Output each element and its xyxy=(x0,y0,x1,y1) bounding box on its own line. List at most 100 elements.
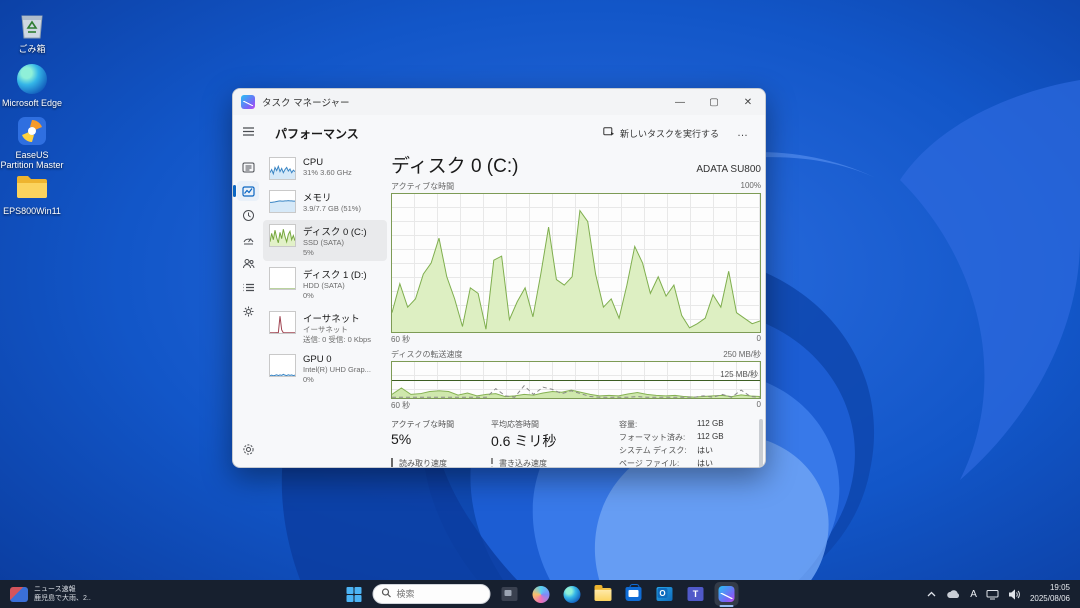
chart2-time-left: 60 秒 xyxy=(391,400,410,411)
sidebar-item-cpu[interactable]: CPU 31% 3.60 GHz xyxy=(263,153,387,184)
desktop-icon-label: EaseUS Partition Master xyxy=(0,150,64,171)
file-explorer-icon xyxy=(594,588,611,601)
desktop: ごみ箱 Microsoft Edge EaseUS Partition Mast… xyxy=(0,0,1080,608)
chart1-time-right: 0 xyxy=(757,334,761,345)
taskbar-clock[interactable]: 19:05 2025/08/06 xyxy=(1030,583,1070,605)
onedrive-icon[interactable] xyxy=(946,589,961,599)
task-manager-icon xyxy=(719,586,735,602)
taskbar-store-button[interactable] xyxy=(622,582,646,606)
ethernet-sparkline xyxy=(269,311,296,334)
desktop-icon-folder[interactable]: EPS800Win11 xyxy=(0,170,64,216)
taskbar-search[interactable] xyxy=(373,584,491,604)
edge-icon xyxy=(15,62,49,96)
chart1-time-left: 60 秒 xyxy=(391,334,410,345)
volume-icon[interactable] xyxy=(1008,589,1021,600)
performance-sidebar: CPU 31% 3.60 GHz メモリ 3.9/7.7 GB (51%) ディ… xyxy=(263,153,387,391)
stat-write-speed: 書き込み速度 122 KB/秒 xyxy=(491,458,601,468)
disk-stats-right: 容量:112 GB フォーマット済み:112 GB システム ディスク:はい ペ… xyxy=(619,419,741,468)
stat-capacity: 容量:112 GB xyxy=(619,419,741,430)
chart1-max-label: 100% xyxy=(741,181,761,192)
desktop-icon-label: EPS800Win11 xyxy=(0,206,64,216)
settings-gear-icon[interactable] xyxy=(237,439,259,459)
sidebar-item-memory[interactable]: メモリ 3.9/7.7 GB (51%) xyxy=(263,186,387,218)
nav-rail xyxy=(233,115,263,467)
close-button[interactable]: ✕ xyxy=(731,89,765,115)
stat-system-disk: システム ディスク:はい xyxy=(619,445,741,456)
disk-title: ディスク 0 (C:) xyxy=(391,151,696,178)
desktop-icon-recycle-bin[interactable]: ごみ箱 xyxy=(0,8,64,54)
nav-users-icon[interactable] xyxy=(237,253,259,273)
chart2-time-right: 0 xyxy=(757,400,761,411)
sidebar-item-gpu[interactable]: GPU 0 Intel(R) UHD Grap... 0% xyxy=(263,350,387,389)
sidebar-item-ethernet[interactable]: イーサネット イーサネット 送信: 0 受信: 0 Kbps xyxy=(263,307,387,349)
edge-icon xyxy=(563,586,580,603)
maximize-button[interactable]: ▢ xyxy=(697,89,731,115)
hidden-icons-chevron[interactable] xyxy=(926,589,937,600)
stat-avg-response: 平均応答時間 0.6 ミリ秒 xyxy=(491,419,601,451)
taskbar-dark-app-button[interactable] xyxy=(498,582,522,606)
transfer-midline xyxy=(392,380,760,381)
taskbar-copilot-button[interactable] xyxy=(529,582,553,606)
stat-read-speed: 読み取り速度 8.1 MB/秒 xyxy=(391,458,491,468)
desktop-icon-edge[interactable]: Microsoft Edge xyxy=(0,62,64,108)
active-time-series xyxy=(392,194,760,332)
nav-processes-icon[interactable] xyxy=(237,157,259,177)
widgets-news-icon xyxy=(10,587,28,602)
widgets-headline-2: 鹿児島で大雨、2.. xyxy=(34,594,91,603)
nav-menu-hamburger-icon[interactable] xyxy=(237,121,259,141)
taskbar-outlook-button[interactable] xyxy=(653,582,677,606)
copilot-icon xyxy=(532,586,549,603)
network-icon[interactable] xyxy=(986,589,999,600)
window-title: タスク マネージャー xyxy=(262,95,663,109)
sidebar-item-disk0[interactable]: ディスク 0 (C:) SSD (SATA) 5% xyxy=(263,220,387,262)
disk0-sparkline xyxy=(269,224,296,247)
minimize-button[interactable]: — xyxy=(663,89,697,115)
chart2-label: ディスクの転送速度 xyxy=(391,349,462,360)
desktop-icon-easeus[interactable]: EaseUS Partition Master xyxy=(0,114,64,171)
dark-window-icon xyxy=(502,587,518,601)
nav-services-icon[interactable] xyxy=(237,301,259,321)
disk-detail-panel: ディスク 0 (C:) ADATA SU800 アクティブな時間 100% 60… xyxy=(391,151,761,468)
memory-sparkline xyxy=(269,190,296,213)
disk-device-name: ADATA SU800 xyxy=(696,164,761,175)
ime-indicator[interactable]: A xyxy=(970,589,977,600)
sidebar-item-disk1[interactable]: ディスク 1 (D:) HDD (SATA) 0% xyxy=(263,263,387,305)
clock-date: 2025/08/06 xyxy=(1030,594,1070,605)
nav-startup-apps-icon[interactable] xyxy=(237,229,259,249)
widgets-button[interactable]: ニュース速報 鹿児島で大雨、2.. xyxy=(0,580,101,608)
search-icon xyxy=(382,585,392,603)
run-new-task-button[interactable]: 新しいタスクを実行する xyxy=(595,122,727,144)
window-scrollbar[interactable] xyxy=(759,419,763,468)
stat-page-file: ページ ファイル:はい xyxy=(619,458,741,468)
nav-details-icon[interactable] xyxy=(237,277,259,297)
disk1-sparkline xyxy=(269,267,296,290)
nav-performance-icon[interactable] xyxy=(237,181,259,201)
task-manager-app-icon xyxy=(241,95,255,109)
titlebar[interactable]: タスク マネージャー — ▢ ✕ xyxy=(233,89,765,115)
cpu-sparkline xyxy=(269,157,296,180)
stat-formatted: フォーマット済み:112 GB xyxy=(619,432,741,443)
folder-icon xyxy=(15,170,49,204)
more-options-button[interactable]: … xyxy=(727,125,759,141)
taskbar-task-manager-button[interactable] xyxy=(715,582,739,606)
widgets-headline-1: ニュース速報 xyxy=(34,585,91,594)
taskbar-teams-button[interactable] xyxy=(684,582,708,606)
nav-app-history-icon[interactable] xyxy=(237,205,259,225)
taskbar: ニュース速報 鹿児島で大雨、2.. xyxy=(0,580,1080,608)
stat-active-time: アクティブな時間 5% xyxy=(391,419,491,451)
desktop-icon-label: ごみ箱 xyxy=(0,44,64,54)
page-title: パフォーマンス xyxy=(263,125,595,142)
outlook-icon xyxy=(657,587,673,601)
desktop-icon-label: Microsoft Edge xyxy=(0,98,64,108)
start-button[interactable] xyxy=(342,582,366,606)
chart1-label: アクティブな時間 xyxy=(391,181,454,192)
disk-stats-left: アクティブな時間 5% 平均応答時間 0.6 ミリ秒 読み取り速度 8.1 MB… xyxy=(391,419,601,468)
run-new-task-icon xyxy=(603,126,615,140)
search-input[interactable] xyxy=(397,589,477,599)
windows-logo-icon xyxy=(346,587,361,602)
chart2-max-label: 250 MB/秒 xyxy=(723,349,761,360)
taskbar-explorer-button[interactable] xyxy=(591,582,615,606)
teams-icon xyxy=(688,587,704,601)
taskbar-edge-button[interactable] xyxy=(560,582,584,606)
recycle-bin-icon xyxy=(15,8,49,42)
